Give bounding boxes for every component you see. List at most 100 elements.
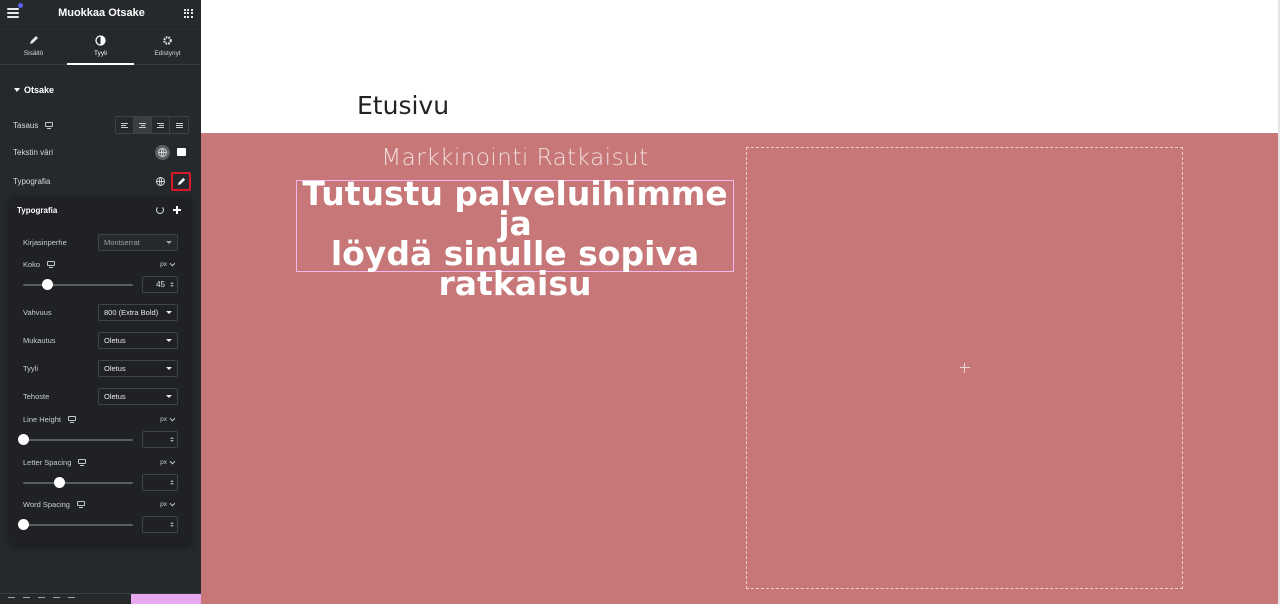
tab-advanced-label: Edistynyt bbox=[154, 49, 181, 57]
style-row: Tyyli Oletus bbox=[23, 360, 178, 377]
chevron-down-icon bbox=[166, 339, 172, 342]
text-color-label: Tekstin väri bbox=[13, 147, 54, 157]
section-toggle-otsake[interactable]: Otsake bbox=[14, 85, 201, 95]
word-spacing-unit-select[interactable]: px bbox=[160, 500, 176, 508]
update-button[interactable] bbox=[131, 593, 201, 604]
responsive-desktop-icon[interactable] bbox=[67, 416, 76, 423]
line-height-slider-track[interactable] bbox=[18, 433, 133, 445]
text-color-control: Tekstin väri bbox=[13, 144, 189, 160]
responsive-desktop-icon[interactable] bbox=[76, 501, 85, 508]
transform-row: Mukautus Oletus bbox=[23, 332, 178, 349]
panel-footer bbox=[0, 593, 201, 604]
notification-dot bbox=[18, 3, 23, 8]
word-spacing-unit-value: px bbox=[160, 501, 167, 508]
global-fonts-button[interactable] bbox=[152, 174, 168, 190]
align-center-button[interactable] bbox=[134, 117, 152, 133]
letter-spacing-unit-select[interactable]: px bbox=[160, 458, 176, 466]
size-value: 45 bbox=[156, 280, 165, 289]
add-widget-plus-icon[interactable] bbox=[959, 363, 970, 373]
letter-spacing-label: Letter Spacing bbox=[23, 458, 72, 467]
line-height-slider-thumb[interactable] bbox=[18, 433, 29, 445]
color-picker-button[interactable] bbox=[173, 144, 189, 160]
size-unit-select[interactable]: px bbox=[160, 260, 176, 268]
line-height-unit-select[interactable]: px bbox=[160, 415, 176, 423]
gear-icon bbox=[162, 35, 173, 46]
transform-label: Mukautus bbox=[23, 336, 56, 345]
preview-icon[interactable] bbox=[68, 596, 75, 602]
heading-text: Tutustu palveluihimme ja löydä sinulle s… bbox=[297, 174, 733, 300]
responsive-desktop-icon[interactable] bbox=[78, 459, 87, 466]
typography-control: Typografia bbox=[13, 172, 191, 191]
editor-panel: Muokkaa Otsake Sisältö Tyyli Edistynyt O… bbox=[0, 0, 201, 604]
hero-section[interactable]: Markkinointi Ratkaisut Tutustu palveluih… bbox=[201, 133, 1278, 604]
subheading[interactable]: Markkinointi Ratkaisut bbox=[296, 145, 734, 171]
chevron-down-icon bbox=[169, 500, 176, 506]
popover-title: Typografia bbox=[17, 205, 58, 215]
tab-content[interactable]: Sisältö bbox=[0, 27, 67, 64]
font-family-select[interactable]: Montserrat bbox=[98, 234, 178, 251]
pencil-icon bbox=[177, 177, 185, 186]
letter-spacing-slider-thumb[interactable] bbox=[54, 476, 66, 488]
style-label: Tyyli bbox=[23, 364, 38, 373]
word-spacing-slider-track[interactable] bbox=[18, 518, 133, 530]
tab-style[interactable]: Tyyli bbox=[67, 27, 134, 65]
line-height-row: Line Height px bbox=[23, 415, 178, 424]
size-input[interactable]: 45 bbox=[142, 276, 178, 293]
weight-select[interactable]: 800 (Extra Bold) bbox=[98, 304, 178, 321]
chevron-down-icon bbox=[166, 311, 172, 314]
heading-line: Tutustu palveluihimme ja bbox=[302, 174, 728, 243]
globe-icon bbox=[155, 177, 165, 186]
letter-spacing-row: Letter Spacing px bbox=[23, 458, 178, 467]
transform-value: Oletus bbox=[104, 336, 126, 345]
spinner-icon bbox=[170, 437, 174, 442]
style-value: Oletus bbox=[104, 364, 126, 373]
letter-spacing-input[interactable] bbox=[142, 474, 178, 491]
letter-spacing-slider-track[interactable] bbox=[23, 476, 133, 488]
responsive-desktop-icon[interactable] bbox=[45, 121, 54, 129]
align-left-button[interactable] bbox=[116, 117, 134, 133]
decoration-select[interactable]: Oletus bbox=[98, 388, 178, 405]
history-icon[interactable] bbox=[38, 596, 45, 602]
add-global-font-icon[interactable] bbox=[173, 206, 181, 214]
tab-advanced[interactable]: Edistynyt bbox=[134, 27, 201, 64]
line-height-input[interactable] bbox=[142, 431, 178, 448]
edit-typography-button[interactable] bbox=[171, 172, 191, 191]
chevron-down-icon bbox=[169, 458, 176, 464]
size-slider-thumb[interactable] bbox=[42, 278, 54, 290]
align-justify-button[interactable] bbox=[170, 117, 188, 133]
navigator-icon[interactable] bbox=[23, 596, 30, 602]
word-spacing-input[interactable] bbox=[142, 516, 178, 533]
responsive-icon[interactable] bbox=[53, 596, 60, 602]
transform-select[interactable]: Oletus bbox=[98, 332, 178, 349]
size-unit-value: px bbox=[160, 261, 167, 268]
section-title: Otsake bbox=[24, 85, 55, 95]
global-colors-button[interactable] bbox=[155, 144, 170, 160]
settings-icon[interactable] bbox=[8, 596, 15, 602]
tab-style-label: Tyyli bbox=[94, 49, 107, 57]
size-row: Koko px bbox=[23, 260, 178, 269]
font-family-value: Montserrat bbox=[104, 238, 140, 247]
widgets-grid-icon[interactable] bbox=[183, 8, 193, 18]
alignment-control: Tasaus bbox=[13, 116, 189, 134]
style-select[interactable]: Oletus bbox=[98, 360, 178, 377]
line-height-label: Line Height bbox=[23, 415, 61, 424]
menu-icon[interactable] bbox=[7, 3, 23, 18]
responsive-desktop-icon[interactable] bbox=[47, 261, 56, 268]
reset-icon[interactable] bbox=[156, 206, 164, 214]
selected-heading-widget[interactable]: Tutustu palveluihimme ja löydä sinulle s… bbox=[296, 177, 734, 300]
chevron-down-icon bbox=[169, 260, 176, 266]
font-family-row: Kirjasinperhe Montserrat bbox=[23, 234, 178, 251]
font-family-label: Kirjasinperhe bbox=[23, 238, 67, 247]
word-spacing-slider-thumb[interactable] bbox=[18, 518, 29, 530]
decoration-row: Tehoste Oletus bbox=[23, 388, 178, 405]
chevron-down-icon bbox=[169, 415, 176, 421]
empty-column[interactable] bbox=[746, 147, 1183, 589]
word-spacing-label: Word Spacing bbox=[23, 500, 70, 509]
alignment-label: Tasaus bbox=[13, 120, 39, 130]
globe-icon bbox=[158, 147, 167, 157]
align-right-button[interactable] bbox=[152, 117, 170, 133]
chevron-down-icon bbox=[166, 367, 172, 370]
size-slider-track[interactable] bbox=[23, 278, 133, 290]
panel-tabs: Sisältö Tyyli Edistynyt bbox=[0, 27, 201, 65]
letter-spacing-unit-value: px bbox=[160, 459, 167, 466]
